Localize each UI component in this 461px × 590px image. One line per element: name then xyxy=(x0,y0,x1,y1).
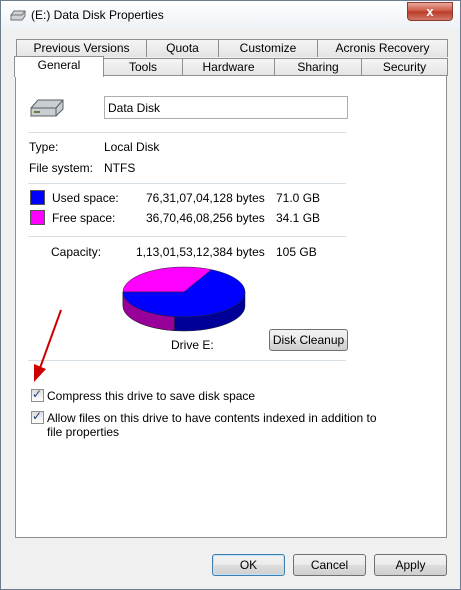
divider xyxy=(28,183,346,184)
title-bar[interactable]: (E:) Data Disk Properties x xyxy=(1,1,460,29)
close-button[interactable]: x xyxy=(407,2,453,21)
compress-label: Compress this drive to save disk space xyxy=(47,389,256,403)
index-label-line2: file properties xyxy=(47,425,120,439)
drive-icon xyxy=(10,10,26,21)
capacity-label: Capacity: xyxy=(51,245,102,259)
free-space-bytes: 36,70,46,08,256 bytes xyxy=(146,211,265,225)
tab-acronis-recovery[interactable]: Acronis Recovery xyxy=(317,39,448,57)
file-system-value: NTFS xyxy=(104,161,136,175)
free-space-size: 34.1 GB xyxy=(276,211,321,225)
annotation-arrow xyxy=(34,309,62,382)
hard-disk-icon xyxy=(30,99,64,117)
tab-security[interactable]: Security xyxy=(361,58,448,76)
index-label-line1: Allow files on this drive to have conten… xyxy=(47,411,377,425)
free-space-label: Free space: xyxy=(52,211,116,225)
divider xyxy=(28,360,346,361)
tab-previous-versions[interactable]: Previous Versions xyxy=(16,39,147,57)
ok-button[interactable]: OK xyxy=(212,554,285,576)
checkmark-icon: ✓ xyxy=(32,387,43,401)
tab-tools[interactable]: Tools xyxy=(103,58,183,76)
type-value: Local Disk xyxy=(104,140,160,154)
used-space-swatch xyxy=(30,190,45,205)
tab-sharing[interactable]: Sharing xyxy=(274,58,362,76)
used-space-size: 71.0 GB xyxy=(276,191,321,205)
divider xyxy=(28,132,346,133)
tab-quota[interactable]: Quota xyxy=(146,39,219,57)
capacity-bytes: 1,13,01,53,12,384 bytes xyxy=(136,245,265,259)
disk-usage-pie-chart xyxy=(122,266,246,332)
checkmark-icon: ✓ xyxy=(32,409,43,423)
compress-checkbox[interactable]: ✓ xyxy=(31,387,44,402)
cancel-button[interactable]: Cancel xyxy=(293,554,366,576)
index-checkbox[interactable]: ✓ xyxy=(31,409,44,424)
apply-button[interactable]: Apply xyxy=(374,554,447,576)
tab-hardware[interactable]: Hardware xyxy=(182,58,275,76)
tab-general[interactable]: General xyxy=(14,56,104,77)
general-panel: Type: Local Disk File system: NTFS Used … xyxy=(15,75,447,538)
file-system-label: File system: xyxy=(29,161,94,175)
properties-window: (E:) Data Disk Properties x Previous Ver… xyxy=(0,0,461,590)
window-title: (E:) Data Disk Properties xyxy=(31,8,164,22)
free-space-swatch xyxy=(30,210,45,225)
disk-cleanup-button[interactable]: Disk Cleanup xyxy=(269,329,348,351)
disk-name-field[interactable] xyxy=(104,96,348,119)
drive-label: Drive E: xyxy=(171,338,214,352)
capacity-size: 105 GB xyxy=(276,245,317,259)
type-label: Type: xyxy=(29,140,59,154)
divider xyxy=(28,236,346,237)
tab-customize[interactable]: Customize xyxy=(218,39,318,57)
used-space-label: Used space: xyxy=(52,191,119,205)
used-space-bytes: 76,31,07,04,128 bytes xyxy=(146,191,265,205)
